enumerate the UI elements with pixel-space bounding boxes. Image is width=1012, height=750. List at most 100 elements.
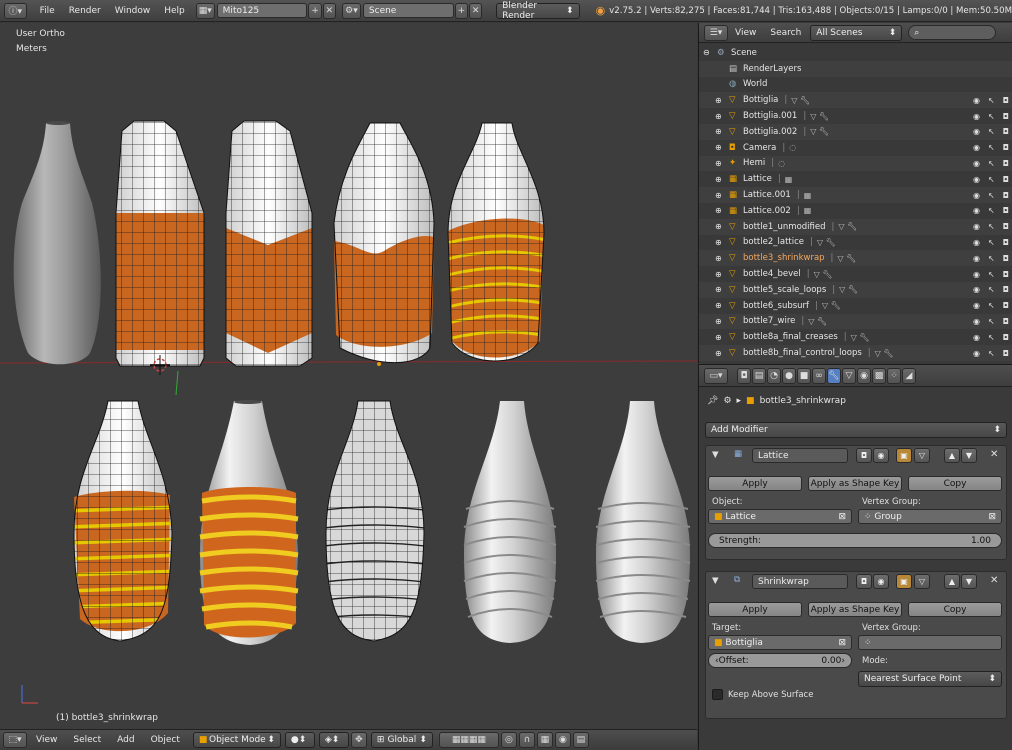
3d-viewport[interactable]: User Ortho Meters (1) bottle3_shrinkwrap [0,23,697,729]
restriction-toggles[interactable]: ◉ ↖ ◘ [973,175,1009,184]
bottle3-shrinkwrap[interactable] [210,113,330,373]
render-toggle[interactable]: ◘ [856,448,872,463]
bottle8b-final-control-loops-a[interactable] [463,401,557,643]
restriction-toggles[interactable]: ◉ ↖ ◘ [973,254,1009,263]
expand-toggle-icon[interactable]: ⊕ [715,285,725,294]
datablock-icon[interactable]: ◌ [778,159,785,168]
outliner-menu-view[interactable]: View [728,28,763,38]
viewport-toggle[interactable]: ◉ [873,574,889,589]
outliner-item[interactable]: ⊕ ▦ Lattice.001 | ▦ ◉ ↖ ◘ [699,187,1012,203]
bottle4-bevel[interactable] [320,113,450,373]
outliner-item[interactable]: ⊕ ▽ bottle6_subsurf | ▽ 🔧︎ ◉ ↖ ◘ [699,298,1012,314]
move-up-button[interactable]: ▲ [944,448,960,463]
cursor-icon[interactable]: ↖ [988,333,995,342]
restriction-toggles[interactable]: ◉ ↖ ◘ [973,96,1009,105]
cursor-icon[interactable]: ↖ [988,112,995,121]
camera-icon[interactable]: ◘ [1003,191,1009,200]
move-down-button[interactable]: ▼ [961,448,977,463]
scene-browse-button[interactable]: ⚙▾ [342,2,361,19]
datablock-icon[interactable]: ▽ 🔧︎ [808,317,827,326]
editor-type-button[interactable]: ⓘ▾ [4,2,27,19]
cursor-icon[interactable]: ↖ [988,222,995,231]
tab-material[interactable]: ◉ [857,367,871,384]
tab-scene[interactable]: ◔ [767,367,781,384]
proportional-edit-button[interactable]: ◎ [500,732,517,748]
eye-icon[interactable]: ◉ [973,222,980,231]
restriction-toggles[interactable]: ◉ ↖ ◘ [973,333,1009,342]
bottle1-unmodified[interactable] [13,121,101,365]
eye-icon[interactable]: ◉ [973,254,980,263]
datablock-icon[interactable]: ▽ 🔧︎ [837,254,856,263]
datablock-icon[interactable]: ▦ [804,191,812,200]
expand-toggle-icon[interactable]: ⊖ [703,48,713,57]
cage-toggle[interactable]: ▽ [914,448,930,463]
bottle7-wire[interactable] [199,400,299,645]
datablock-icon[interactable]: ▽ 🔧︎ [814,270,833,279]
expand-toggle-icon[interactable]: ⊕ [715,159,725,168]
outliner-item[interactable]: ⊖ ⚙ Scene [699,45,1012,61]
tab-render[interactable]: ◘ [737,367,751,384]
outliner-item[interactable]: ⊕ ▽ bottle7_wire | ▽ 🔧︎ ◉ ↖ ◘ [699,313,1012,330]
scene-remove-button[interactable]: ✕ [468,2,483,19]
object-field[interactable]: ■ Lattice ⊠ [708,509,852,524]
camera-icon[interactable]: ◘ [1003,333,1009,342]
expand-toggle-icon[interactable]: ⊕ [715,143,725,152]
camera-icon[interactable]: ◘ [1003,301,1009,310]
outliner-item[interactable]: ▤ RenderLayers [699,60,1012,77]
strength-slider[interactable]: Strength: 1.00 [708,533,1002,548]
bottle8b-final-control-loops-b[interactable] [595,401,691,643]
render-toggle[interactable]: ◘ [856,574,872,589]
eye-icon[interactable]: ◉ [973,238,980,247]
eye-icon[interactable]: ◉ [973,270,980,279]
editor-type-button-3d[interactable]: ⬚▾ [3,732,27,748]
outliner-item[interactable]: ⊕ ✦ Hemi | ◌ ◉ ↖ ◘ [699,155,1012,172]
camera-icon[interactable]: ◘ [1003,222,1009,231]
cursor-icon[interactable]: ↖ [988,270,995,279]
editmode-toggle[interactable]: ▣ [896,448,912,463]
restriction-toggles[interactable]: ◉ ↖ ◘ [973,285,1009,294]
tab-object[interactable]: ■ [797,367,811,384]
restriction-toggles[interactable]: ◉ ↖ ◘ [973,222,1009,231]
outliner-search-input[interactable]: ⌕ [908,25,997,40]
outliner-item[interactable]: ⊕ ▦ Lattice | ▦ ◉ ↖ ◘ [699,171,1012,187]
camera-icon[interactable]: ◘ [1003,317,1009,326]
restriction-toggles[interactable]: ◉ ↖ ◘ [973,191,1009,200]
menu-object[interactable]: Object [144,735,187,745]
camera-icon[interactable]: ◘ [1003,349,1009,358]
keep-above-checkbox[interactable] [712,689,723,700]
tab-physics[interactable]: ◢ [902,367,916,384]
eye-icon[interactable]: ◉ [973,317,980,326]
vertex-group-field[interactable]: ⁘ Group ⊠ [858,509,1002,524]
outliner-item[interactable]: ◍ World [699,77,1012,93]
restriction-toggles[interactable]: ◉ ↖ ◘ [973,301,1009,310]
outliner-menu-search[interactable]: Search [763,28,808,38]
restriction-toggles[interactable]: ◉ ↖ ◘ [973,159,1009,168]
restriction-toggles[interactable]: ◉ ↖ ◘ [973,349,1009,358]
apply-as-shape-key-button[interactable]: Apply as Shape Key [808,476,902,491]
cursor-icon[interactable]: ↖ [988,285,995,294]
expand-toggle-icon[interactable]: ⊕ [715,317,725,326]
camera-icon[interactable]: ◘ [1003,159,1009,168]
eye-icon[interactable]: ◉ [973,143,980,152]
expand-toggle-icon[interactable]: ⊕ [715,349,725,358]
collapse-arrow-icon[interactable]: ▼ [712,450,719,460]
add-modifier-dropdown[interactable]: Add Modifier ⬍ [705,422,1007,438]
cursor-icon[interactable]: ↖ [988,349,995,358]
camera-icon[interactable]: ◘ [1003,127,1009,136]
camera-icon[interactable]: ◘ [1003,285,1009,294]
outliner-item[interactable]: ⊕ ▽ bottle8b_final_control_loops | ▽ 🔧︎ ◉ ↖ ◘ [699,345,1012,361]
menu-help[interactable]: Help [157,6,192,16]
outliner-filter-dropdown[interactable]: All Scenes ⬍ [810,24,903,41]
cursor-icon[interactable]: ↖ [988,127,995,136]
restriction-toggles[interactable]: ◉ ↖ ◘ [973,112,1009,121]
menu-render[interactable]: Render [62,6,108,16]
camera-icon[interactable]: ◘ [1003,270,1009,279]
viewport-toggle[interactable]: ◉ [873,448,889,463]
tab-constraints[interactable]: ∞ [812,367,826,384]
scene-field[interactable]: Scene [362,3,454,18]
shading-dropdown[interactable]: ●⬍ [284,732,315,748]
camera-icon[interactable]: ◘ [1003,254,1009,263]
datablock-icon[interactable]: ▽ 🔧︎ [875,349,894,358]
datablock-icon[interactable]: ▽ 🔧︎ [839,285,858,294]
eye-icon[interactable]: ◉ [973,333,980,342]
